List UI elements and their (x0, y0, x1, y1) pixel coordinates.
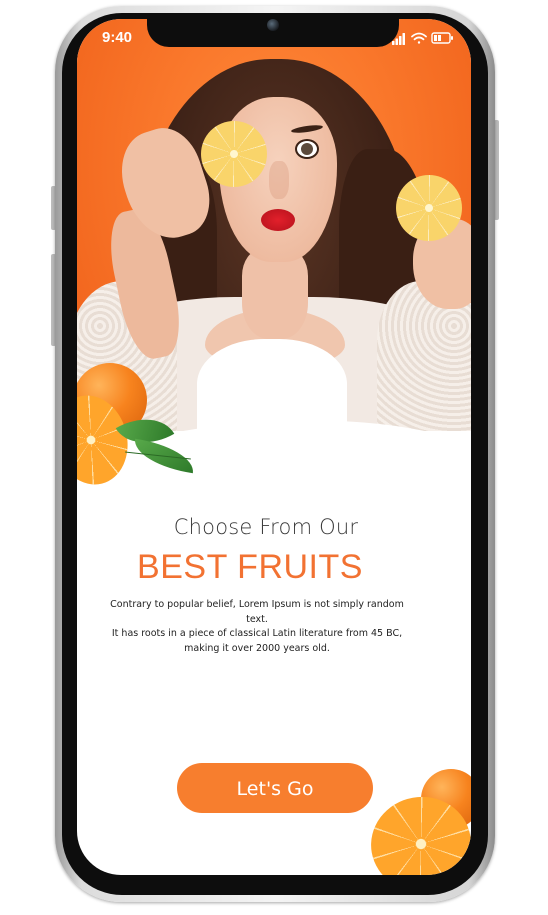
description-line: Contrary to popular belief, Lorem Ipsum … (110, 599, 404, 625)
page-title-text: BEST FRUITS (137, 548, 363, 586)
hero-image (77, 19, 471, 431)
description: Contrary to popular belief, Lorem Ipsum … (100, 598, 414, 656)
lets-go-button[interactable]: Let's Go (177, 763, 373, 813)
hero-neck (242, 249, 308, 339)
description-line: making it over 2000 years old. (184, 642, 330, 654)
hero-tank-top (197, 339, 347, 431)
signal-icon (392, 33, 405, 45)
wifi-icon (411, 32, 427, 44)
hero-nose (269, 161, 289, 199)
lemon-slice-hand (396, 175, 462, 241)
subtitle: Choose From Our (0, 515, 548, 539)
status-time: 9:40 (102, 29, 133, 46)
page-title: BEST FRUITS (0, 548, 548, 587)
app-screen (77, 19, 471, 875)
lemon-slice-eye (201, 121, 267, 187)
hero-lips (261, 209, 295, 231)
subtitle-text: Choose From Our (173, 515, 359, 539)
hero-pupil (301, 143, 313, 155)
status-icons (392, 32, 453, 45)
battery-icon (431, 32, 453, 44)
description-line: It has roots in a piece of classical Lat… (111, 628, 403, 640)
front-camera-icon (267, 19, 279, 31)
